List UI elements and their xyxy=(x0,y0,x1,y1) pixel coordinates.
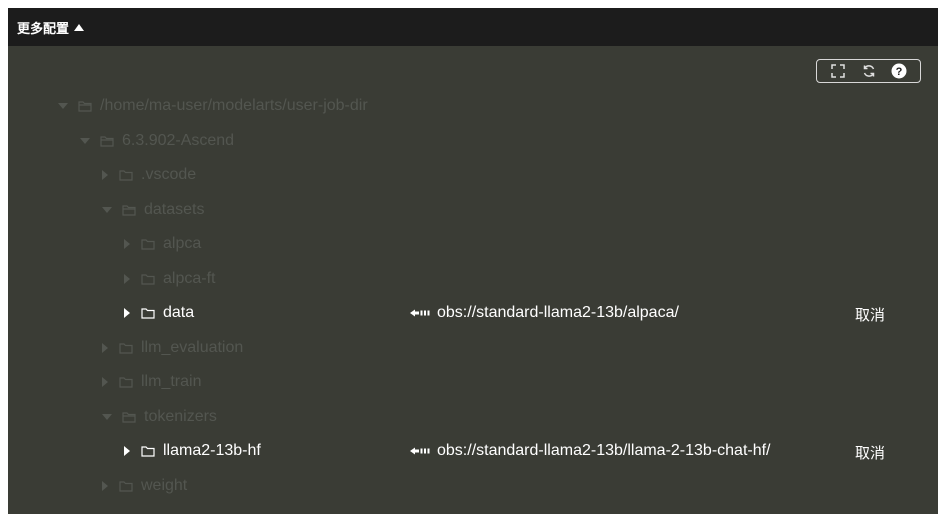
tree-node-label: alpca-ft xyxy=(163,269,216,287)
obs-mapping: obs://standard-llama2-13b/llama-2-13b-ch… xyxy=(410,437,771,465)
tree-node-label: data xyxy=(163,304,195,321)
more-config-toggle[interactable]: 更多配置 xyxy=(17,18,85,37)
caret-down-icon[interactable] xyxy=(80,137,90,144)
tree-node[interactable]: weight xyxy=(102,472,187,500)
tree-node[interactable]: alpca-ft xyxy=(124,265,215,293)
tree-node[interactable]: tokenizers xyxy=(102,403,217,431)
tree-node-label: weight xyxy=(141,476,188,494)
refresh-icon[interactable] xyxy=(860,62,878,80)
caret-right-icon[interactable] xyxy=(102,170,108,180)
tree-node[interactable]: data xyxy=(124,299,194,327)
caret-right-icon[interactable] xyxy=(102,342,108,353)
tree-node-label: llm_train xyxy=(141,373,202,390)
folder-icon xyxy=(141,307,155,319)
tree-node-label: /home/ma-user/modelarts/user-job-dir xyxy=(100,97,368,114)
obs-path: obs://standard-llama2-13b/alpaca/ xyxy=(437,304,679,321)
caret-right-icon[interactable] xyxy=(102,480,108,491)
tree-node[interactable]: llm_evaluation xyxy=(102,334,243,362)
svg-text:?: ? xyxy=(895,66,902,78)
folder-icon xyxy=(141,445,155,457)
caret-right-icon[interactable] xyxy=(124,308,130,318)
tree-node[interactable]: datasets xyxy=(102,196,204,224)
caret-down-icon[interactable] xyxy=(102,413,112,420)
cancel-mapping-button[interactable]: 取消 xyxy=(855,304,885,325)
tree-node-label: datasets xyxy=(144,200,205,218)
caret-down-icon[interactable] xyxy=(58,103,68,109)
tree-node-label: 6.3.902-Ascend xyxy=(122,131,235,149)
folder-open-icon xyxy=(100,135,114,147)
tree-node[interactable]: llama2-13b-hf xyxy=(124,437,261,465)
folder-icon xyxy=(141,273,155,285)
caret-down-icon[interactable] xyxy=(102,206,112,213)
more-config-panel: 更多配置 ? /home/ma-user/modelarts/user-job-… xyxy=(8,8,938,514)
tree-node[interactable]: llm_train xyxy=(102,368,201,396)
caret-right-icon[interactable] xyxy=(124,446,130,456)
panel-header: 更多配置 xyxy=(8,8,938,46)
tree-node-label: llama2-13b-hf xyxy=(163,442,261,459)
mapping-arrow-icon xyxy=(410,308,430,318)
folder-icon xyxy=(119,342,133,354)
tree-node-label: alpca xyxy=(163,235,202,252)
folder-open-icon xyxy=(122,204,136,216)
tree-node-label: llm_evaluation xyxy=(141,338,244,356)
caret-right-icon[interactable] xyxy=(102,377,108,387)
tree-node-label: .vscode xyxy=(141,166,197,183)
help-icon[interactable]: ? xyxy=(890,62,908,80)
tree-node[interactable]: 6.3.902-Ascend xyxy=(80,127,234,155)
tree-node-label: tokenizers xyxy=(144,407,217,425)
folder-icon xyxy=(119,376,133,388)
obs-mapping: obs://standard-llama2-13b/alpaca/ xyxy=(410,299,679,327)
tree-node[interactable]: .vscode xyxy=(102,161,196,189)
folder-open-icon xyxy=(78,100,92,112)
folder-icon xyxy=(141,238,155,250)
folder-icon xyxy=(119,480,133,492)
obs-path: obs://standard-llama2-13b/llama-2-13b-ch… xyxy=(437,442,771,459)
cancel-mapping-button[interactable]: 取消 xyxy=(855,442,885,463)
tree-toolbar: ? xyxy=(816,59,921,83)
caret-right-icon[interactable] xyxy=(124,239,130,249)
caret-up-icon xyxy=(74,23,85,31)
folder-icon xyxy=(119,169,133,181)
tree-node[interactable]: /home/ma-user/modelarts/user-job-dir xyxy=(58,92,368,120)
tree-node[interactable]: alpca xyxy=(124,230,201,258)
fullscreen-icon[interactable] xyxy=(829,62,847,80)
mapping-arrow-icon xyxy=(410,446,430,456)
header-title: 更多配置 xyxy=(17,20,70,36)
folder-open-icon xyxy=(122,411,136,423)
caret-right-icon[interactable] xyxy=(124,273,130,284)
